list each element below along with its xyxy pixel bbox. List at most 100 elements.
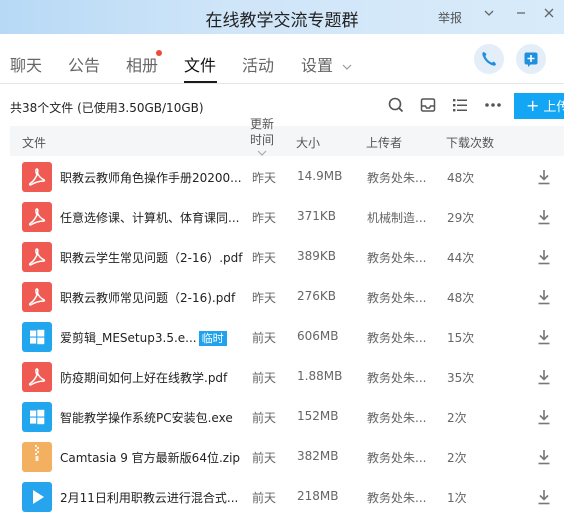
download-icon[interactable]	[536, 168, 552, 186]
file-size: 1.88MB	[297, 369, 343, 383]
file-row[interactable]: 智能教学操作系统PC安装包.exe 前天 152MB 教务处朱... 2次	[0, 398, 564, 438]
chevron-down-icon	[342, 64, 352, 70]
tab-files[interactable]: 文件	[184, 52, 216, 76]
file-row[interactable]: 职教云学生常见问题（2-16）.pdf 昨天 389KB 教务处朱... 44次	[0, 238, 564, 278]
file-size: 382MB	[297, 449, 339, 463]
pdf-file-icon	[22, 362, 52, 392]
upload-label: 上传	[543, 100, 564, 115]
download-icon[interactable]	[536, 328, 552, 346]
plus-icon: +	[526, 96, 540, 115]
file-toolbar: 共38个文件 (已使用3.50GB/10GB) + 上传	[0, 85, 564, 125]
download-icon[interactable]	[536, 408, 552, 426]
file-size: 389KB	[297, 249, 337, 263]
file-row[interactable]: Camtasia 9 官方最新版64位.zip 前天 382MB 教务处朱... 2次	[0, 438, 564, 478]
temporary-tag: 临时	[198, 331, 227, 346]
file-name[interactable]: 任意选修课、计算机、体育课同...	[60, 209, 239, 226]
file-size: 14.9MB	[297, 169, 343, 183]
call-button[interactable]	[474, 44, 504, 74]
download-icon[interactable]	[536, 208, 552, 226]
pdf-file-icon	[22, 282, 52, 312]
notification-dot	[156, 50, 162, 56]
file-size: 152MB	[297, 409, 339, 423]
file-time: 前天	[252, 411, 277, 425]
file-name-text: 职教云教师常见问题（2-16).pdf	[60, 291, 236, 305]
file-name[interactable]: 防疫期间如何上好在线教学.pdf	[60, 369, 227, 386]
file-uploader: 教务处朱...	[367, 411, 427, 425]
file-size: 218MB	[297, 489, 339, 503]
file-downloads: 2次	[447, 411, 467, 425]
header-uploader[interactable]: 上传者	[366, 134, 402, 151]
file-name-text: 智能教学操作系统PC安装包.exe	[60, 411, 233, 425]
header-file[interactable]: 文件	[22, 134, 46, 151]
sort-arrow-icon	[257, 150, 267, 156]
tab-activity[interactable]: 活动	[242, 52, 274, 76]
file-name-text: 防疫期间如何上好在线教学.pdf	[60, 371, 228, 385]
windows-exe-icon	[22, 322, 52, 352]
inbox-icon[interactable]	[418, 95, 438, 115]
file-row[interactable]: 爱剪辑_MESetup3.5.e... 临时 前天 606MB 教务处朱... 15次	[0, 318, 564, 358]
tab-chat[interactable]: 聊天	[10, 52, 42, 76]
download-icon[interactable]	[536, 248, 552, 266]
file-downloads: 1次	[447, 491, 467, 505]
download-icon[interactable]	[536, 288, 552, 306]
phone-icon	[482, 52, 496, 66]
download-icon[interactable]	[536, 488, 552, 506]
file-downloads: 29次	[447, 211, 475, 225]
pdf-file-icon	[22, 242, 52, 272]
file-downloads: 35次	[447, 371, 475, 385]
upload-button[interactable]: + 上传	[514, 93, 564, 119]
header-downloads[interactable]: 下载次数	[446, 134, 494, 151]
file-name-text: 职教云学生常见问题（2-16）.pdf	[60, 251, 243, 265]
zip-file-icon	[22, 442, 52, 472]
file-row[interactable]: 防疫期间如何上好在线教学.pdf 前天 1.88MB 教务处朱... 35次	[0, 358, 564, 398]
storage-summary: 共38个文件 (已使用3.50GB/10GB)	[10, 101, 204, 115]
header-size[interactable]: 大小	[296, 134, 320, 151]
file-name[interactable]: Camtasia 9 官方最新版64位.zip	[60, 449, 240, 466]
file-row[interactable]: 职教云教师常见问题（2-16).pdf 昨天 276KB 教务处朱... 48次	[0, 278, 564, 318]
file-name[interactable]: 2月11日利用职教云进行混合式...	[60, 489, 238, 506]
file-downloads: 48次	[447, 291, 475, 305]
more-icon[interactable]	[483, 95, 503, 115]
file-name[interactable]: 职教云教师角色操作手册20200...	[60, 169, 242, 186]
add-app-button[interactable]	[516, 44, 546, 74]
list-view-icon[interactable]	[450, 95, 470, 115]
close-icon[interactable]	[540, 6, 558, 26]
file-name-text: 爱剪辑_MESetup3.5.e...	[60, 331, 197, 345]
file-size: 606MB	[297, 329, 339, 343]
header-updated[interactable]: 更新 时间	[250, 116, 274, 148]
tab-announcement[interactable]: 公告	[68, 52, 100, 76]
file-time: 昨天	[252, 171, 277, 185]
pdf-file-icon	[22, 202, 52, 232]
file-time: 前天	[252, 331, 277, 345]
file-time: 前天	[252, 491, 277, 505]
video-file-icon	[22, 482, 52, 512]
file-row[interactable]: 2月11日利用职教云进行混合式... 前天 218MB 教务处朱... 1次	[0, 478, 564, 518]
download-icon[interactable]	[536, 448, 552, 466]
file-row[interactable]: 任意选修课、计算机、体育课同... 昨天 371KB 机械制造... 29次	[0, 198, 564, 238]
file-name[interactable]: 职教云学生常见问题（2-16）.pdf	[60, 249, 243, 266]
report-link[interactable]: 举报	[438, 9, 462, 26]
file-name[interactable]: 智能教学操作系统PC安装包.exe	[60, 409, 233, 426]
file-size: 371KB	[297, 209, 337, 223]
file-uploader: 教务处朱...	[367, 331, 427, 345]
file-uploader: 教务处朱...	[367, 291, 427, 305]
file-downloads: 44次	[447, 251, 475, 265]
file-name-text: 职教云教师角色操作手册20200...	[60, 171, 242, 185]
pin-icon[interactable]	[480, 6, 498, 26]
file-name-text: 2月11日利用职教云进行混合式...	[60, 491, 239, 505]
search-icon[interactable]	[386, 95, 406, 115]
download-icon[interactable]	[536, 368, 552, 386]
file-uploader: 机械制造...	[367, 211, 427, 225]
tab-settings[interactable]: 设置	[301, 52, 352, 76]
minimize-icon[interactable]	[512, 6, 530, 26]
file-uploader: 教务处朱...	[367, 451, 427, 465]
file-uploader: 教务处朱...	[367, 251, 427, 265]
add-app-icon	[524, 52, 538, 67]
file-name[interactable]: 职教云教师常见问题（2-16).pdf	[60, 289, 235, 306]
windows-exe-icon	[22, 402, 52, 432]
tab-album[interactable]: 相册	[126, 52, 158, 76]
file-time: 前天	[252, 371, 277, 385]
file-row[interactable]: 职教云教师角色操作手册20200... 昨天 14.9MB 教务处朱... 48次	[0, 158, 564, 198]
file-name[interactable]: 爱剪辑_MESetup3.5.e... 临时	[60, 329, 227, 346]
file-size: 276KB	[297, 289, 337, 303]
